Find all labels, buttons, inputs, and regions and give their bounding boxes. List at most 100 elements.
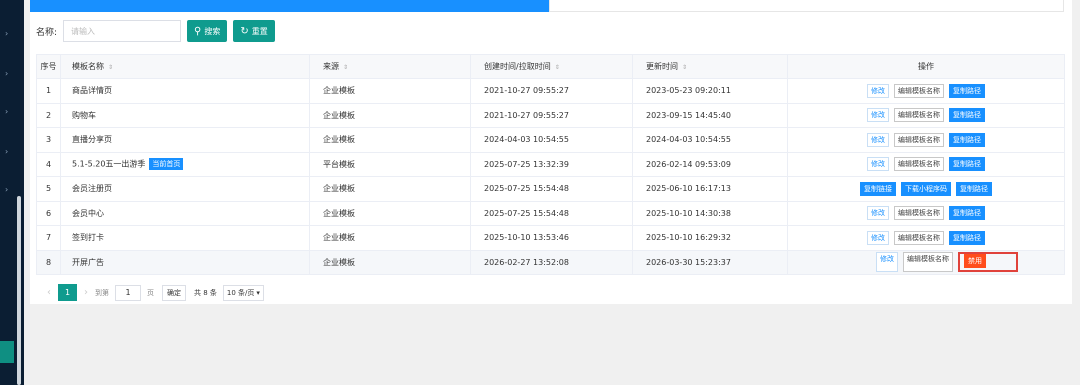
- reset-button[interactable]: ↻ 重置: [233, 20, 275, 42]
- sort-icon[interactable]: ⇕: [343, 64, 348, 71]
- template-table: 序号 模板名称 ⇕ 来源 ⇕ 创建时间/拉取时间 ⇕ 更新时间 ⇕ 操作 1 商品详情页…: [36, 54, 1065, 275]
- edit-button[interactable]: 修改: [867, 132, 889, 147]
- sidebar-active-item[interactable]: [0, 341, 14, 363]
- header-template-name[interactable]: 模板名称 ⇕: [60, 54, 310, 79]
- sidebar-chevron-icon[interactable]: ›: [5, 148, 8, 156]
- goto-suffix-label: 页: [147, 288, 154, 297]
- row-created-time: 2026-02-27 13:52:08: [470, 249, 633, 275]
- row-index: 3: [36, 127, 61, 153]
- row-updated-time: 2025-06-10 16:17:13: [632, 176, 788, 202]
- copy-path-button[interactable]: 复制路径: [949, 230, 985, 245]
- edit-button[interactable]: 修改: [867, 206, 889, 221]
- edit-button[interactable]: 修改: [867, 157, 889, 172]
- edit-template-name-button[interactable]: 编辑模板名称: [894, 83, 944, 98]
- row-created-time: 2021-10-27 09:55:27: [470, 78, 633, 104]
- disable-button[interactable]: 禁用: [964, 254, 986, 269]
- goto-confirm-button[interactable]: 确定: [162, 284, 186, 301]
- row-source: 企业模板: [309, 78, 471, 104]
- header-label: 序号: [40, 62, 57, 71]
- sidebar-chevron-icon[interactable]: ›: [5, 108, 8, 116]
- edit-template-name-button[interactable]: 编辑模板名称: [894, 108, 944, 123]
- row-source: 企业模板: [309, 102, 471, 128]
- row-actions: 复制链接 下载小程序码 复制路径: [787, 176, 1065, 202]
- header-source[interactable]: 来源 ⇕: [309, 54, 471, 79]
- row-index: 8: [36, 249, 61, 275]
- page-number-current[interactable]: 1: [58, 284, 77, 301]
- row-source: 平台模板: [309, 151, 471, 177]
- edit-button[interactable]: 修改: [867, 83, 889, 98]
- sort-icon[interactable]: ⇕: [555, 64, 560, 71]
- reset-button-label: 重置: [251, 26, 268, 36]
- row-actions: 修改 编辑模板名称 禁用: [787, 249, 1065, 275]
- edit-template-name-button[interactable]: 编辑模板名称: [894, 206, 944, 221]
- row-source: 企业模板: [309, 249, 471, 275]
- goto-prefix-label: 到第: [95, 288, 109, 297]
- table-row: 7 签到打卡 企业模板 2025-10-10 13:53:46 2025-10-…: [36, 225, 1065, 251]
- search-button[interactable]: ⚲ 搜索: [187, 20, 228, 42]
- edit-template-name-button[interactable]: 编辑模板名称: [894, 230, 944, 245]
- page-size-select[interactable]: 10 条/页 ▾: [222, 284, 264, 301]
- header-created-time[interactable]: 创建时间/拉取时间 ⇕: [470, 54, 633, 79]
- table-row: 3 直播分享页 企业模板 2024-04-03 10:54:55 2024-04…: [36, 127, 1065, 153]
- name-input[interactable]: [63, 20, 182, 42]
- edit-template-name-button[interactable]: 编辑模板名称: [903, 252, 953, 273]
- row-template-name: 直播分享页: [60, 127, 310, 153]
- row-created-time: 2025-07-25 15:54:48: [470, 176, 633, 202]
- edit-template-name-button[interactable]: 编辑模板名称: [894, 157, 944, 172]
- edit-button[interactable]: 修改: [867, 230, 889, 245]
- row-source: 企业模板: [309, 200, 471, 226]
- sidebar-chevron-icon[interactable]: ›: [5, 30, 8, 38]
- row-created-time: 2025-07-25 13:32:39: [470, 151, 633, 177]
- goto-page-input[interactable]: [115, 284, 141, 301]
- row-actions: 修改 编辑模板名称 复制路径: [787, 78, 1065, 104]
- sidebar-scrollbar[interactable]: [17, 196, 21, 385]
- copy-path-button[interactable]: 复制路径: [956, 181, 992, 196]
- copy-path-button[interactable]: 复制路径: [949, 83, 985, 98]
- row-template-name: 会员中心: [60, 200, 310, 226]
- row-template-name: 购物车: [60, 102, 310, 128]
- edit-button[interactable]: 修改: [876, 252, 898, 273]
- row-updated-time: 2026-02-14 09:53:09: [632, 151, 788, 177]
- copy-path-button[interactable]: 复制路径: [949, 157, 985, 172]
- search-bar: 名称: ⚲ 搜索 ↻ 重置: [36, 20, 275, 42]
- chevron-down-icon: ▾: [256, 288, 260, 297]
- row-updated-time: 2023-09-15 14:45:40: [632, 102, 788, 128]
- sort-icon[interactable]: ⇕: [108, 64, 113, 71]
- row-created-time: 2025-07-25 15:54:48: [470, 200, 633, 226]
- name-label: 名称:: [36, 27, 58, 38]
- header-updated-time[interactable]: 更新时间 ⇕: [632, 54, 788, 79]
- pagination: ‹ 1 › 到第 页 确定 共 8 条 10 条/页▾: [40, 284, 264, 301]
- edit-button[interactable]: 修改: [867, 108, 889, 123]
- row-template-name: 商品详情页: [60, 78, 310, 104]
- row-actions: 修改 编辑模板名称 复制路径: [787, 127, 1065, 153]
- refresh-icon: ↻: [240, 25, 249, 37]
- copy-link-button[interactable]: 复制链接: [860, 181, 896, 196]
- row-created-time: 2025-10-10 13:53:46: [470, 225, 633, 251]
- row-template-name: 5.1-5.20五一出游季: [72, 159, 146, 169]
- row-template-name-cell: 5.1-5.20五一出游季 当前首页: [60, 151, 310, 177]
- sidebar: › › › › ›: [0, 0, 24, 385]
- table-row: 6 会员中心 企业模板 2025-07-25 15:54:48 2025-10-…: [36, 200, 1065, 226]
- next-page-icon[interactable]: ›: [84, 287, 88, 298]
- row-actions: 修改 编辑模板名称 复制路径: [787, 102, 1065, 128]
- row-index: 6: [36, 200, 61, 226]
- table-row: 4 5.1-5.20五一出游季 当前首页 平台模板 2025-07-25 13:3…: [36, 151, 1065, 177]
- row-template-name: 开屏广告: [60, 249, 310, 275]
- row-index: 2: [36, 102, 61, 128]
- sort-icon[interactable]: ⇕: [682, 64, 687, 71]
- header-label: 更新时间: [646, 62, 678, 71]
- copy-path-button[interactable]: 复制路径: [949, 132, 985, 147]
- search-icon: ⚲: [194, 25, 202, 37]
- copy-path-button[interactable]: 复制路径: [949, 108, 985, 123]
- header-index: 序号: [36, 54, 61, 79]
- download-miniprogram-code-button[interactable]: 下载小程序码: [901, 181, 951, 196]
- copy-path-button[interactable]: 复制路径: [949, 206, 985, 221]
- header-label: 来源: [323, 62, 339, 71]
- row-index: 5: [36, 176, 61, 202]
- sidebar-chevron-icon[interactable]: ›: [5, 186, 8, 194]
- edit-template-name-button[interactable]: 编辑模板名称: [894, 132, 944, 147]
- sidebar-chevron-icon[interactable]: ›: [5, 70, 8, 78]
- row-actions: 修改 编辑模板名称 复制路径: [787, 225, 1065, 251]
- prev-page-icon[interactable]: ‹: [47, 287, 51, 298]
- table-row: 1 商品详情页 企业模板 2021-10-27 09:55:27 2023-05…: [36, 78, 1065, 104]
